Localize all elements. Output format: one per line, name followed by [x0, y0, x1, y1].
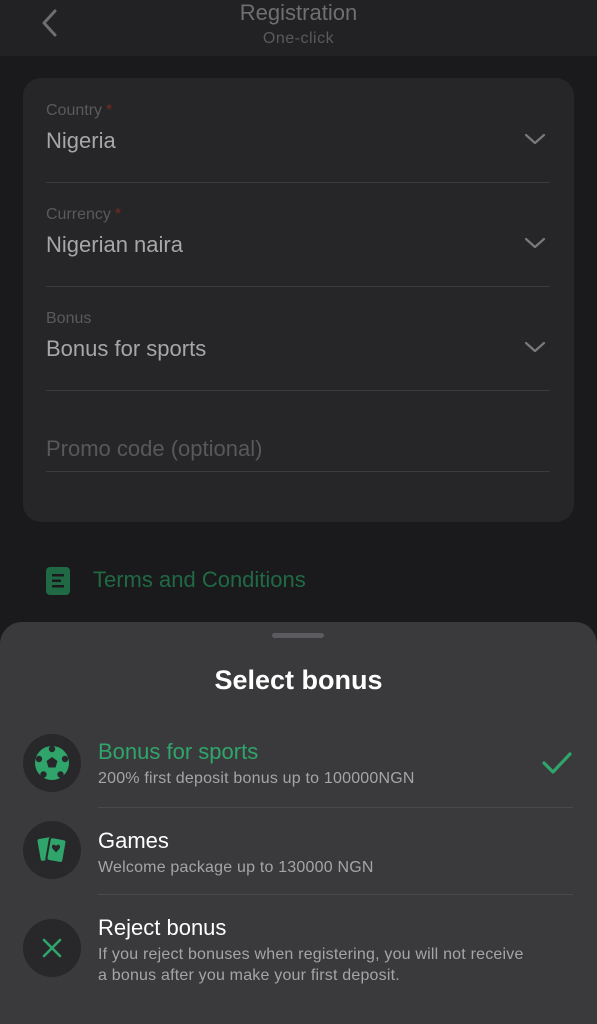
bonus-value: Bonus for sports: [46, 336, 207, 361]
bonus-label: Bonus: [46, 310, 92, 327]
currency-label: Currency *: [46, 206, 122, 223]
bonus-option-title: Bonus for sports: [98, 739, 259, 764]
checkmark-icon: [542, 752, 572, 774]
bonus-option-sports[interactable]: Bonus for sports 200% first deposit bonu…: [0, 622, 597, 808]
chevron-down-icon: [524, 237, 546, 249]
promo-code-input[interactable]: Promo code (optional): [46, 403, 550, 472]
document-icon: [46, 567, 70, 595]
promo-code-placeholder: Promo code (optional): [46, 436, 263, 461]
registration-form: Country * Nigeria Currency * Nigerian nair…: [23, 78, 574, 522]
bonus-option-reject[interactable]: Reject bonus If you reject bonuses when …: [0, 895, 597, 1024]
bonus-option-description: If you reject bonuses when registering, …: [98, 946, 524, 984]
app-header: Registration One-click: [0, 0, 597, 56]
chevron-down-icon: [524, 341, 546, 353]
bonus-option-title: Games: [98, 828, 169, 853]
chevron-down-icon: [524, 133, 546, 145]
terms-label: Terms and Conditions: [93, 567, 306, 592]
country-label: Country *: [46, 102, 113, 119]
currency-select[interactable]: Currency * Nigerian naira: [46, 206, 550, 287]
bonus-option-description: 200% first deposit bonus up to 100000NGN: [98, 770, 415, 787]
playing-cards-icon: [23, 821, 81, 879]
country-select[interactable]: Country * Nigeria: [46, 102, 550, 183]
required-marker: *: [106, 102, 113, 119]
country-value: Nigeria: [46, 128, 116, 153]
page-subtitle: One-click: [262, 30, 335, 47]
bonus-select[interactable]: Bonus Bonus for sports: [46, 310, 550, 391]
bonus-option-description: Welcome package up to 130000 NGN: [98, 859, 374, 876]
bonus-option-title: Reject bonus: [98, 915, 227, 940]
currency-value: Nigerian naira: [46, 232, 183, 257]
bonus-option-games[interactable]: Games Welcome package up to 130000 NGN: [0, 808, 597, 894]
soccer-ball-icon: [23, 734, 81, 792]
page-title: Registration: [239, 0, 358, 25]
required-marker: *: [114, 206, 122, 223]
select-bonus-sheet: Select bonus Bonus for sports 200% first…: [0, 622, 597, 1024]
close-icon: [23, 919, 81, 977]
